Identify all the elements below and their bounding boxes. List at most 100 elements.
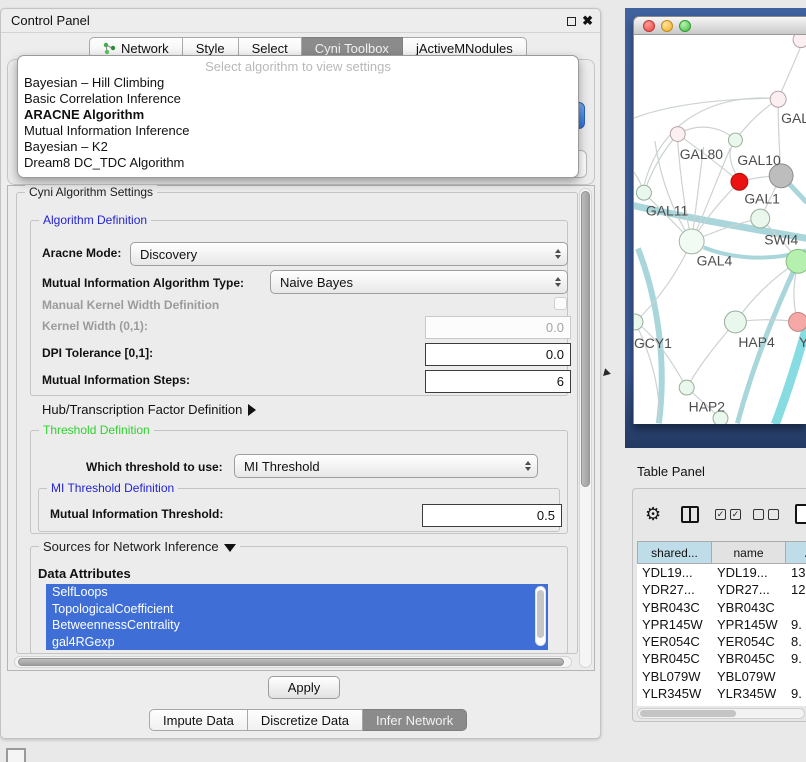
table-cell: 8.: [786, 633, 806, 650]
attribute-item[interactable]: BetweennessCentrality: [46, 617, 548, 634]
table-cell: 9.: [786, 650, 806, 667]
aracne-mode-value: Discovery: [140, 247, 197, 262]
select-all-columns-icon[interactable]: ✓ ✓: [715, 509, 741, 520]
table-cell: YBL079W: [637, 668, 712, 685]
column-header[interactable]: A: [786, 541, 806, 564]
table-row[interactable]: YDL19...YDL19...13: [637, 564, 806, 581]
tab-impute-data-label: Impute Data: [163, 713, 234, 728]
scrollbar-thumb[interactable]: [18, 658, 564, 666]
mi-steps-field[interactable]: 6: [425, 370, 571, 393]
float-window-icon[interactable]: [567, 17, 576, 26]
settings-horizontal-scrollbar[interactable]: [14, 656, 572, 668]
table-row[interactable]: YPR145WYPR145W9.: [637, 616, 806, 633]
table-columns-icon[interactable]: [681, 506, 699, 523]
network-edge[interactable]: [778, 46, 801, 100]
network-node[interactable]: [724, 311, 746, 333]
screenshot-root: Control Panel ✖ Network Style Select Cyn…: [0, 0, 806, 762]
corner-widget-icon[interactable]: [6, 748, 26, 762]
table-panel: ⚙ ✓ ✓ shared...nameA YDL19...YDL19...13Y…: [632, 488, 806, 722]
aracne-mode-label: Aracne Mode:: [42, 246, 121, 260]
attribute-item[interactable]: gal4RGexp: [46, 634, 548, 651]
algorithm-option[interactable]: Bayesian – K2: [18, 139, 578, 155]
network-node[interactable]: [679, 229, 704, 254]
dpi-tolerance-label: DPI Tolerance [0,1]:: [42, 346, 153, 360]
algorithm-popup-placeholder: Select algorithm to view settings: [18, 58, 578, 75]
network-node-label: GAL1: [744, 191, 780, 207]
control-panel-titlebar: Control Panel ✖: [1, 9, 600, 33]
algorithm-option[interactable]: ARACNE Algorithm: [18, 107, 578, 123]
mi-type-combo[interactable]: Naive Bayes: [270, 270, 568, 294]
network-node[interactable]: [636, 185, 651, 200]
network-tab-icon: [103, 42, 116, 55]
attribute-list-scrollbar[interactable]: [535, 586, 546, 646]
deselect-all-columns-icon[interactable]: [753, 509, 779, 520]
table-cell: 12: [786, 581, 806, 598]
gear-icon[interactable]: ⚙: [645, 503, 661, 527]
kernel-width-field[interactable]: 0.0: [425, 316, 571, 339]
network-window-titlebar[interactable]: [634, 17, 806, 35]
table-cell: YBR043C: [712, 599, 786, 616]
document-icon[interactable]: [795, 504, 806, 524]
algorithm-option[interactable]: Mutual Information Inference: [18, 123, 578, 139]
network-edge[interactable]: [735, 261, 798, 322]
table-row[interactable]: YLR345WYLR345W9.: [637, 685, 806, 702]
close-traffic-light[interactable]: [643, 20, 655, 32]
table-row[interactable]: YER054CYER054C8.: [637, 633, 806, 650]
scrollbar-thumb[interactable]: [640, 710, 736, 717]
zoom-traffic-light[interactable]: [679, 20, 691, 32]
network-node-label: HAP4: [738, 334, 775, 350]
tab-select-label: Select: [252, 41, 288, 56]
minimize-traffic-light[interactable]: [661, 20, 673, 32]
algorithm-option[interactable]: Bayesian – Hill Climbing: [18, 75, 578, 91]
mi-threshold-field[interactable]: 0.5: [422, 504, 562, 527]
algorithm-option[interactable]: Dream8 DC_TDC Algorithm: [18, 155, 578, 171]
network-edge[interactable]: [635, 241, 692, 322]
table-row[interactable]: YBR045CYBR045C9.: [637, 650, 806, 667]
hub-definition-toggle[interactable]: Hub/Transcription Factor Definition: [42, 402, 256, 417]
network-edge[interactable]: [678, 127, 736, 140]
table-panel-toolbar: ⚙ ✓ ✓: [633, 503, 806, 529]
scrollbar-thumb[interactable]: [537, 590, 544, 638]
aracne-mode-combo[interactable]: Discovery: [130, 242, 568, 266]
table-row[interactable]: YDR27...YDR27...12: [637, 581, 806, 598]
table-row[interactable]: YBR043CYBR043C: [637, 599, 806, 616]
network-edge[interactable]: [644, 134, 678, 193]
threshold-definition-legend: Threshold Definition: [39, 423, 154, 437]
settings-vertical-scrollbar[interactable]: [579, 188, 592, 668]
network-node[interactable]: [679, 380, 694, 395]
attribute-item[interactable]: TopologicalCoefficient: [46, 601, 548, 618]
attribute-item[interactable]: SelfLoops: [46, 584, 548, 601]
network-edge[interactable]: [644, 98, 770, 186]
network-node[interactable]: [751, 209, 770, 228]
tab-impute-data[interactable]: Impute Data: [149, 709, 248, 731]
network-edge[interactable]: [735, 99, 778, 140]
network-graph: GALGAL80GAL10GAL1GAL11SWI4GAL4GCY1HAP4YH…: [634, 35, 806, 424]
network-node[interactable]: [670, 127, 685, 142]
sources-legend[interactable]: Sources for Network Inference: [39, 539, 240, 554]
network-edge[interactable]: [634, 98, 770, 121]
tab-infer-network[interactable]: Infer Network: [363, 709, 467, 731]
network-node[interactable]: [770, 91, 786, 107]
data-attributes-list[interactable]: SelfLoopsTopologicalCoefficientBetweenne…: [46, 584, 548, 650]
network-node[interactable]: [789, 313, 806, 332]
network-node[interactable]: [728, 133, 742, 147]
algorithm-option[interactable]: Basic Correlation Inference: [18, 91, 578, 107]
table-row[interactable]: YIL052CYIL052C9: [637, 702, 806, 706]
which-threshold-combo[interactable]: MI Threshold: [234, 454, 538, 478]
network-node[interactable]: [786, 249, 806, 273]
scrollbar-thumb[interactable]: [581, 191, 590, 487]
network-node[interactable]: [731, 173, 748, 190]
mi-steps-label: Mutual Information Steps:: [42, 373, 190, 387]
network-node[interactable]: [793, 35, 806, 48]
column-header[interactable]: shared...: [637, 541, 712, 564]
column-header[interactable]: name: [712, 541, 786, 564]
manual-kernel-checkbox[interactable]: [554, 297, 567, 310]
table-row[interactable]: YBL079WYBL079W: [637, 668, 806, 685]
dpi-tolerance-field[interactable]: 0.0: [425, 343, 571, 366]
tab-discretize-data[interactable]: Discretize Data: [248, 709, 363, 731]
apply-button[interactable]: Apply: [268, 676, 340, 699]
table-horizontal-scrollbar[interactable]: [637, 708, 805, 719]
network-edge[interactable]: [687, 322, 736, 388]
close-icon[interactable]: ✖: [582, 13, 593, 29]
network-canvas[interactable]: GALGAL80GAL10GAL1GAL11SWI4GAL4GCY1HAP4YH…: [634, 35, 806, 424]
